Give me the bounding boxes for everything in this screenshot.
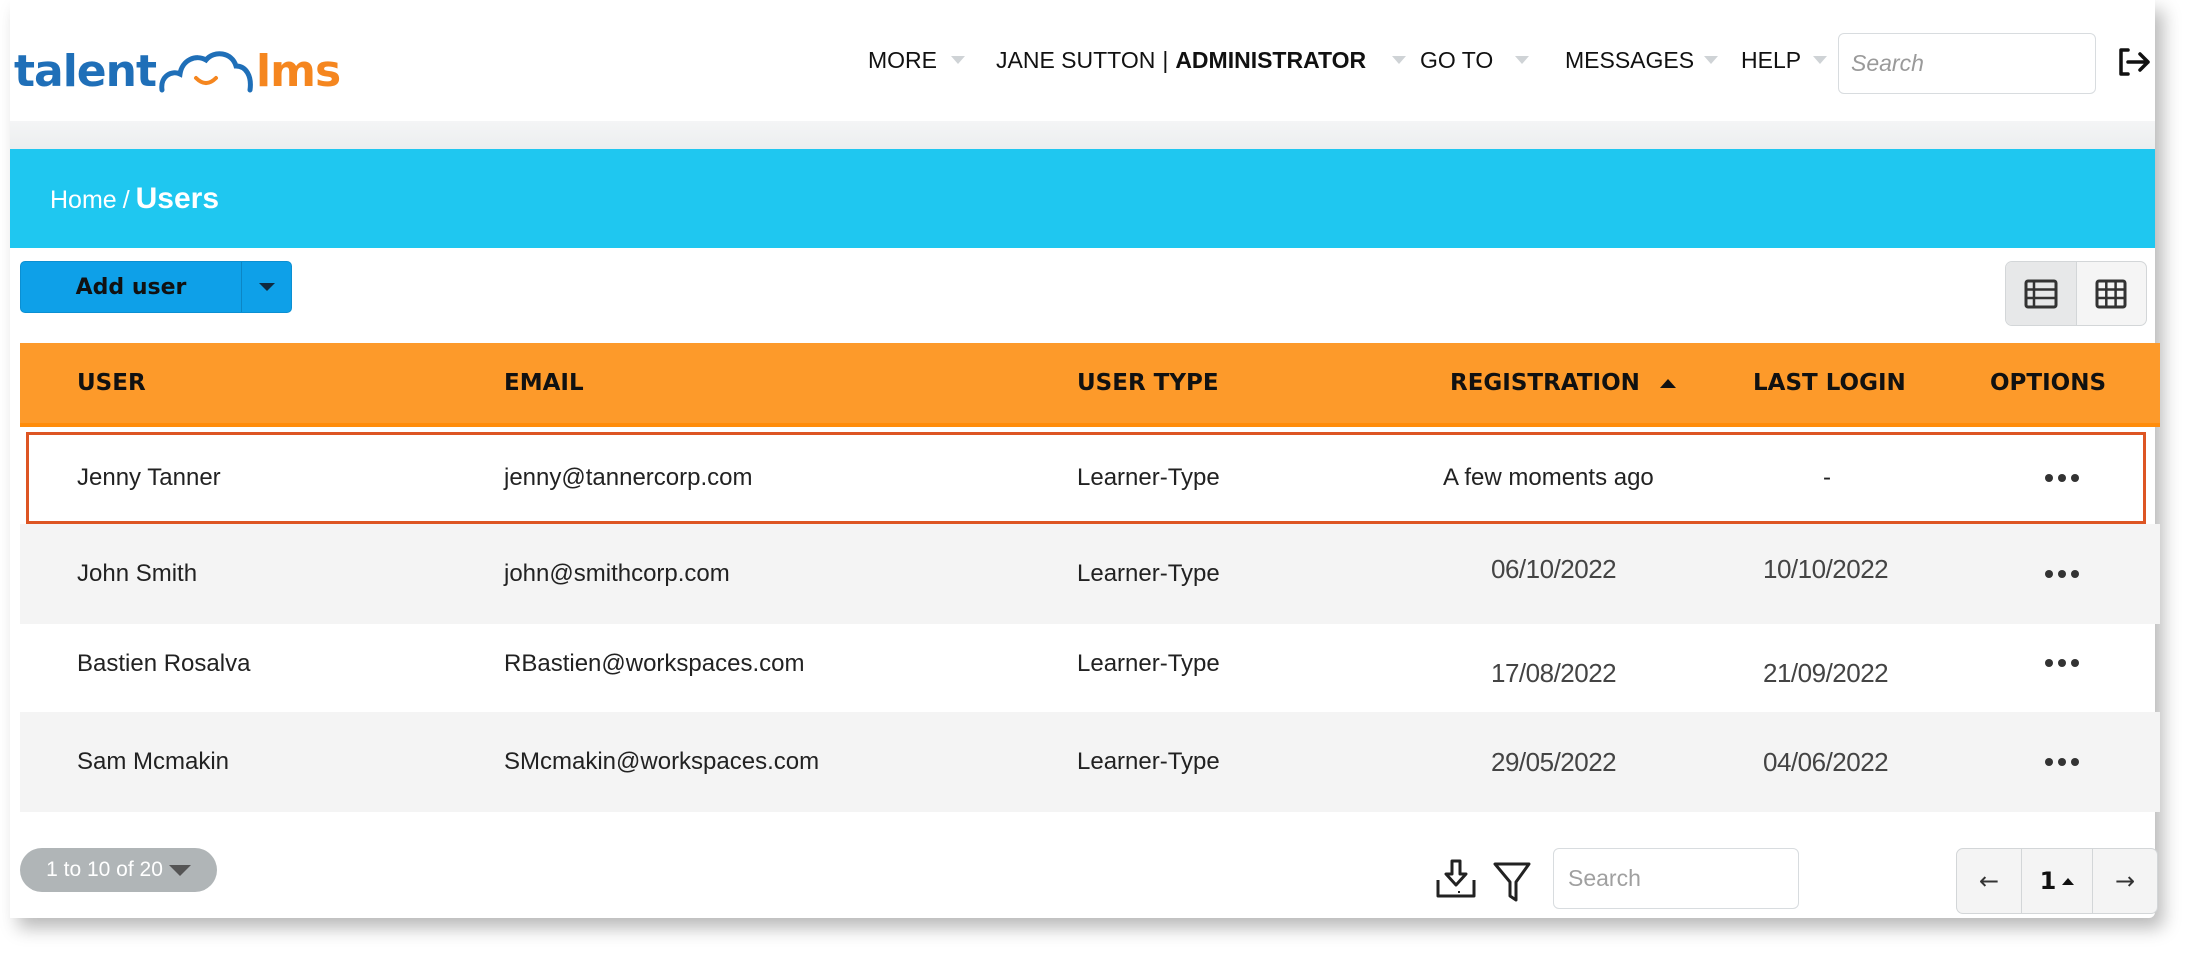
cell-last-login: 04/06/2022: [1763, 746, 1889, 777]
logout-icon[interactable]: [2116, 44, 2152, 80]
column-header-email[interactable]: EMAIL: [504, 343, 584, 423]
nav-more[interactable]: MORE: [868, 47, 965, 74]
column-header-registration-label: REGISTRATION: [1450, 370, 1640, 396]
add-user-button[interactable]: Add user: [21, 262, 241, 312]
current-page-number: 1: [2039, 867, 2057, 895]
users-table: USER EMAIL USER TYPE REGISTRATION LAST L…: [20, 343, 2160, 812]
table-row[interactable]: John Smith john@smithcorp.com Learner-Ty…: [20, 524, 2160, 624]
table-row[interactable]: Bastien Rosalva RBastien@workspaces.com …: [20, 624, 2160, 712]
caret-down-icon: [1515, 56, 1530, 64]
export-download-icon[interactable]: [1434, 858, 1478, 904]
cell-user[interactable]: Bastien Rosalva: [77, 624, 250, 712]
page-title: Users: [135, 182, 220, 215]
cell-registration: 29/05/2022: [1491, 746, 1617, 777]
row-options-button[interactable]: [2045, 712, 2079, 812]
cell-last-login: -: [1823, 464, 1831, 491]
column-header-user-type[interactable]: USER TYPE: [1077, 343, 1219, 423]
nav-messages[interactable]: MESSAGES: [1565, 46, 1719, 74]
table-search-input[interactable]: [1553, 848, 1799, 909]
more-options-icon: [2045, 570, 2079, 578]
results-count-label: 1 to 10 of 20: [46, 858, 163, 881]
list-view-button[interactable]: [2006, 262, 2077, 325]
nav-user-separator: |: [1162, 46, 1169, 73]
caret-down-icon: [1392, 56, 1407, 64]
nav-help-label: HELP: [1741, 46, 1802, 73]
more-options-icon: [2045, 758, 2079, 766]
table-row[interactable]: Jenny Tanner jenny@tannercorp.com Learne…: [26, 432, 2146, 524]
cell-registration: A few moments ago: [1443, 464, 1654, 491]
nav-user-name: JANE SUTTON: [996, 46, 1156, 73]
row-options-button[interactable]: [2045, 435, 2079, 521]
top-header: talent lms MORE JANE SUTTON | ADMINISTRA…: [10, 0, 2155, 121]
cell-user[interactable]: Sam Mcmakin: [77, 712, 229, 812]
nav-goto-label: GO TO: [1420, 46, 1494, 73]
more-options-icon: [2045, 659, 2079, 667]
nav-user-role: ADMINISTRATOR: [1175, 46, 1367, 73]
cell-user-type: Learner-Type: [1077, 748, 1220, 775]
caret-down-icon: [1813, 56, 1828, 64]
cell-registration: 17/08/2022: [1491, 658, 1617, 688]
grid-view-icon: [2095, 279, 2127, 308]
main-nav: MORE JANE SUTTON | ADMINISTRATOR GO TO M…: [10, 42, 2155, 78]
pagination: ← 1 →: [1956, 848, 2158, 914]
breadcrumb: Home / Users: [50, 182, 219, 216]
nav-user-menu[interactable]: JANE SUTTON | ADMINISTRATOR: [996, 46, 1407, 74]
caret-down-icon: [168, 864, 191, 876]
view-mode-toggle: [2005, 261, 2147, 326]
page-banner: Home / Users: [10, 149, 2155, 248]
header-divider: [10, 121, 2155, 149]
page: talent lms MORE JANE SUTTON | ADMINISTRA…: [10, 0, 2160, 918]
table-row[interactable]: Sam Mcmakin SMcmakin@workspaces.com Lear…: [20, 712, 2160, 812]
next-page-button[interactable]: →: [2093, 849, 2157, 913]
cell-last-login: 21/09/2022: [1763, 658, 1889, 688]
nav-more-label: MORE: [868, 46, 937, 73]
cell-user-type: Learner-Type: [1077, 464, 1220, 491]
column-header-last-login[interactable]: LAST LOGIN: [1753, 343, 1906, 423]
grid-view-button[interactable]: [2077, 262, 2147, 325]
sort-ascending-icon: [1659, 378, 1676, 388]
add-user-split-button: Add user: [20, 261, 292, 313]
caret-down-icon: [258, 283, 275, 291]
cell-user[interactable]: John Smith: [77, 524, 197, 624]
previous-page-button[interactable]: ←: [1957, 849, 2021, 913]
nav-messages-label: MESSAGES: [1565, 46, 1695, 73]
cell-email: jenny@tannercorp.com: [504, 464, 753, 491]
results-count-dropdown[interactable]: 1 to 10 of 20: [20, 848, 217, 892]
nav-goto[interactable]: GO TO: [1420, 46, 1530, 74]
row-options-button[interactable]: [2045, 624, 2079, 712]
cell-email: SMcmakin@workspaces.com: [504, 748, 820, 775]
filter-icon[interactable]: [1491, 858, 1535, 904]
cell-email: john@smithcorp.com: [504, 560, 730, 587]
column-header-registration[interactable]: REGISTRATION: [1450, 343, 1676, 423]
column-header-options: OPTIONS: [1990, 370, 2107, 396]
breadcrumb-separator: /: [122, 186, 130, 214]
column-header-user[interactable]: USER: [77, 343, 146, 423]
cell-email: RBastien@workspaces.com: [504, 650, 805, 677]
nav-help[interactable]: HELP: [1741, 46, 1828, 74]
add-user-dropdown-toggle[interactable]: [241, 262, 291, 312]
breadcrumb-home[interactable]: Home: [50, 186, 117, 215]
cell-user-type: Learner-Type: [1077, 560, 1220, 587]
table-header: USER EMAIL USER TYPE REGISTRATION LAST L…: [20, 343, 2160, 427]
cell-user-type: Learner-Type: [1077, 650, 1220, 677]
more-options-icon: [2045, 474, 2079, 482]
cell-last-login: 10/10/2022: [1763, 554, 1889, 584]
row-options-button[interactable]: [2045, 524, 2079, 624]
top-search-input[interactable]: [1838, 33, 2096, 94]
cell-user[interactable]: Jenny Tanner: [77, 435, 221, 521]
cell-registration: 06/10/2022: [1491, 554, 1617, 584]
caret-down-icon: [1704, 56, 1719, 64]
caret-down-icon: [951, 56, 965, 64]
list-view-icon: [2024, 279, 2058, 308]
current-page-selector[interactable]: 1: [2021, 849, 2093, 913]
caret-up-icon: [2062, 877, 2075, 885]
